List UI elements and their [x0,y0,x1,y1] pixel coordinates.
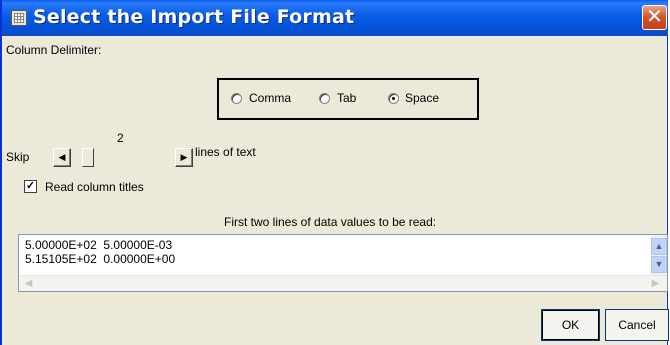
delimiter-radio-group: Comma Tab Space [217,78,479,120]
read-column-titles-checkbox[interactable]: ✓ [24,180,37,193]
checkmark-icon: ✓ [25,180,36,192]
close-icon: ✕ [646,4,663,28]
cancel-button[interactable]: Cancel [605,309,669,341]
horizontal-scrollbar[interactable]: ◀ ▶ [19,275,667,291]
left-arrow-icon: ◀ [58,152,66,162]
preview-label: First two lines of data values to be rea… [224,215,437,229]
title-bar[interactable]: Select the Import File Format ✕ [2,0,668,36]
dialog-title: Select the Import File Format [33,6,355,28]
scroll-left-icon[interactable]: ◀ [20,276,37,291]
import-format-dialog: Select the Import File Format ✕ Column D… [0,0,669,345]
scroll-right-icon[interactable]: ▶ [647,276,664,291]
radio-comma-label[interactable]: Comma [249,91,291,105]
radio-space[interactable] [388,93,399,104]
preview-textbox[interactable]: 5.00000E+02 5.00000E-03 5.15105E+02 0.00… [18,234,668,292]
preview-line: 5.15105E+02 0.00000E+00 [25,252,176,266]
skip-value: 2 [117,131,124,145]
skip-increase-button[interactable]: ▶ [175,148,193,167]
skip-slider-thumb[interactable] [82,148,94,167]
column-delimiter-label: Column Delimiter: [6,43,102,57]
radio-space-label[interactable]: Space [405,91,439,105]
ok-button[interactable]: OK [541,309,600,341]
close-button[interactable]: ✕ [642,5,667,30]
vertical-scrollbar[interactable]: ▲ ▼ [651,235,667,275]
skip-suffix-label: lines of text [195,145,256,159]
scroll-up-icon[interactable]: ▲ [651,238,667,255]
preview-line: 5.00000E+02 5.00000E-03 [25,238,173,252]
right-arrow-icon: ▶ [180,152,188,162]
skip-decrease-button[interactable]: ◀ [53,148,71,167]
radio-tab-label[interactable]: Tab [337,91,356,105]
radio-tab[interactable] [319,93,330,104]
read-column-titles-label[interactable]: Read column titles [45,180,144,194]
scroll-down-icon[interactable]: ▼ [651,256,667,273]
radio-comma[interactable] [231,93,242,104]
table-icon [11,10,27,26]
skip-label: Skip [6,150,30,164]
